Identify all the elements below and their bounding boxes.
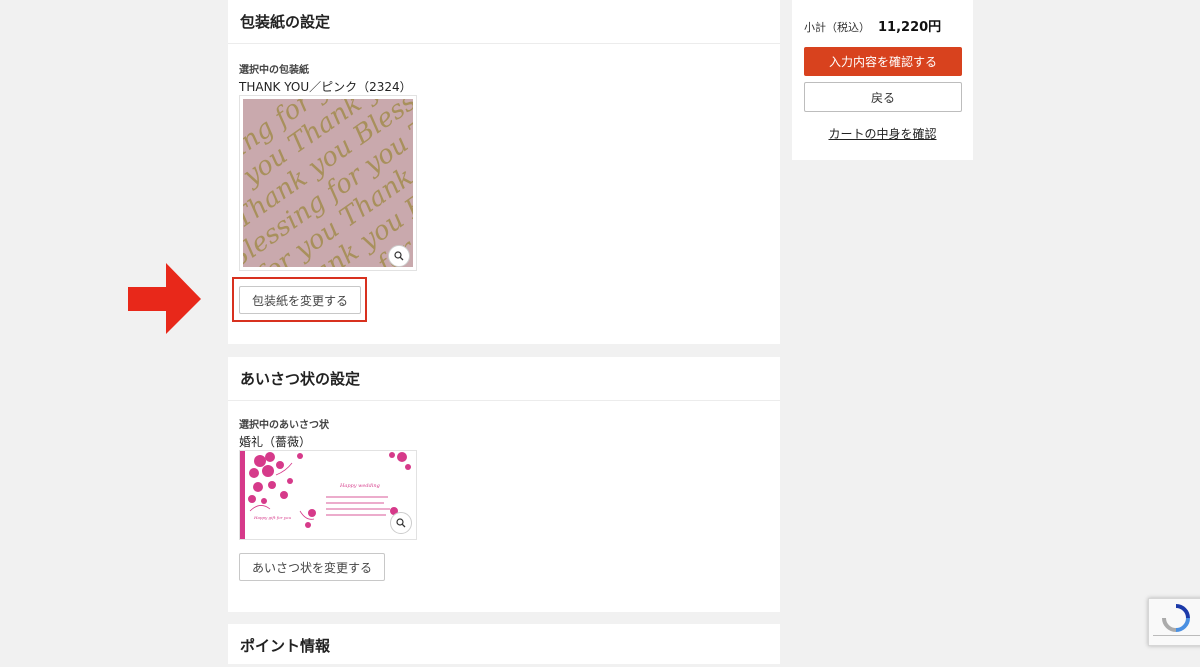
- points-title: ポイント情報: [240, 637, 331, 655]
- magnifier-icon: [396, 518, 406, 528]
- confirm-input-button[interactable]: 入力内容を確認する: [804, 47, 962, 76]
- greeting-title: あいさつ状の設定: [228, 357, 780, 401]
- wrapping-paper-image[interactable]: Blessing for you Thank youfor you Thank …: [239, 95, 417, 271]
- greeting-selected-label: 選択中のあいさつ状: [239, 420, 329, 431]
- greeting-zoom-button[interactable]: [390, 512, 412, 534]
- magnifier-icon: [394, 251, 404, 261]
- greeting-settings-card: あいさつ状の設定 選択中のあいさつ状 婚礼（薔薇） Happy gift for…: [228, 357, 780, 612]
- recaptcha-fine-print: [1153, 635, 1200, 638]
- greeting-card-side-text: Happy gift for you: [253, 515, 291, 520]
- arrow-right-icon: [128, 263, 201, 334]
- subtotal-label: 小計（税込）: [804, 21, 870, 34]
- recaptcha-badge[interactable]: [1148, 598, 1200, 646]
- change-greeting-button[interactable]: あいさつ状を変更する: [239, 553, 386, 581]
- wrapping-zoom-button[interactable]: [388, 245, 410, 267]
- order-summary-sidebar: 小計（税込） 11,220円 入力内容を確認する 戻る カートの中身を確認: [792, 0, 973, 160]
- greeting-selected-name: 婚礼（薔薇）: [239, 435, 312, 449]
- recaptcha-icon: [1162, 604, 1190, 632]
- wrapping-title: 包装紙の設定: [228, 0, 780, 44]
- subtotal: 小計（税込） 11,220円: [804, 16, 941, 35]
- wrapping-settings-card: 包装紙の設定 選択中の包装紙 THANK YOU／ピンク（2324） Bless…: [228, 0, 780, 344]
- points-card: ポイント情報: [228, 624, 780, 664]
- greeting-card-heading: Happy wedding: [339, 483, 380, 489]
- greeting-card-image[interactable]: Happy gift for you Happy wedding: [239, 450, 417, 540]
- change-wrapping-button[interactable]: 包装紙を変更する: [239, 286, 362, 314]
- wrapping-selected-label: 選択中の包装紙: [239, 65, 309, 76]
- subtotal-value: 11,220円: [878, 20, 942, 35]
- back-button[interactable]: 戻る: [804, 82, 962, 112]
- view-cart-link[interactable]: カートの中身を確認: [792, 125, 973, 142]
- wrapping-selected-name: THANK YOU／ピンク（2324）: [239, 80, 412, 94]
- wrapping-pattern: Blessing for you Thank youfor you Thank …: [243, 99, 413, 267]
